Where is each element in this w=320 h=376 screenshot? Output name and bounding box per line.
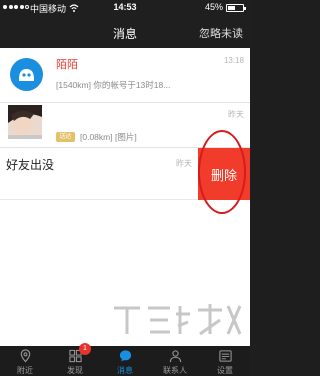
message-time: 13:18 (223, 56, 244, 65)
tab-label: 消息 (117, 366, 133, 375)
message-time: 昨天 (228, 110, 244, 119)
tab-nearby[interactable]: 附近 (0, 346, 50, 376)
nav-bar: 消息 忽略未读 (0, 16, 250, 48)
message-preview: [1540km] 你的帐号于13时18... (56, 80, 171, 90)
tab-label: 设置 (217, 366, 233, 375)
settings-icon (218, 350, 232, 362)
tab-messages[interactable]: 消息 (100, 346, 150, 376)
tab-label: 联系人 (163, 366, 187, 375)
tab-settings[interactable]: 设置 (200, 346, 250, 376)
momo-avatar (10, 58, 43, 91)
status-bar: 中国移动 14:53 45% (0, 0, 250, 16)
user-avatar (8, 105, 42, 139)
message-preview: [0.08km] [图片] (80, 132, 137, 142)
highlight-circle (198, 130, 246, 214)
message-sender-name: 陌陌 (56, 59, 78, 71)
message-row-momo[interactable]: 陌陌 13:18 [1540km] 你的帐号于13时18... (0, 48, 250, 103)
tab-contacts[interactable]: 联系人 (150, 346, 200, 376)
message-time: 昨天 (176, 159, 192, 168)
ignore-unread-button[interactable]: 忽略未读 (199, 25, 243, 41)
battery-percent: 45% (205, 2, 224, 12)
location-pin-icon (20, 349, 30, 363)
watermark-logo (114, 304, 242, 336)
momo-logo-icon (19, 69, 34, 81)
chat-bubble-icon (119, 350, 131, 362)
tab-discover[interactable]: 1 发现 (50, 343, 100, 376)
person-icon (169, 350, 181, 363)
battery-icon (226, 4, 246, 12)
notification-badge: 1 (79, 343, 91, 355)
tab-bar: 附近 1 发现 消息 联系人 设置 (0, 343, 250, 376)
message-title: 好友出没 (6, 158, 55, 172)
delivered-tag: 送达 (56, 132, 75, 142)
tab-label: 附近 (17, 366, 33, 375)
tab-label: 发现 (67, 366, 83, 375)
phone-screen: 中国移动 14:53 45% 消息 忽略未读 陌陌 13:18 [1540km]… (0, 0, 250, 376)
